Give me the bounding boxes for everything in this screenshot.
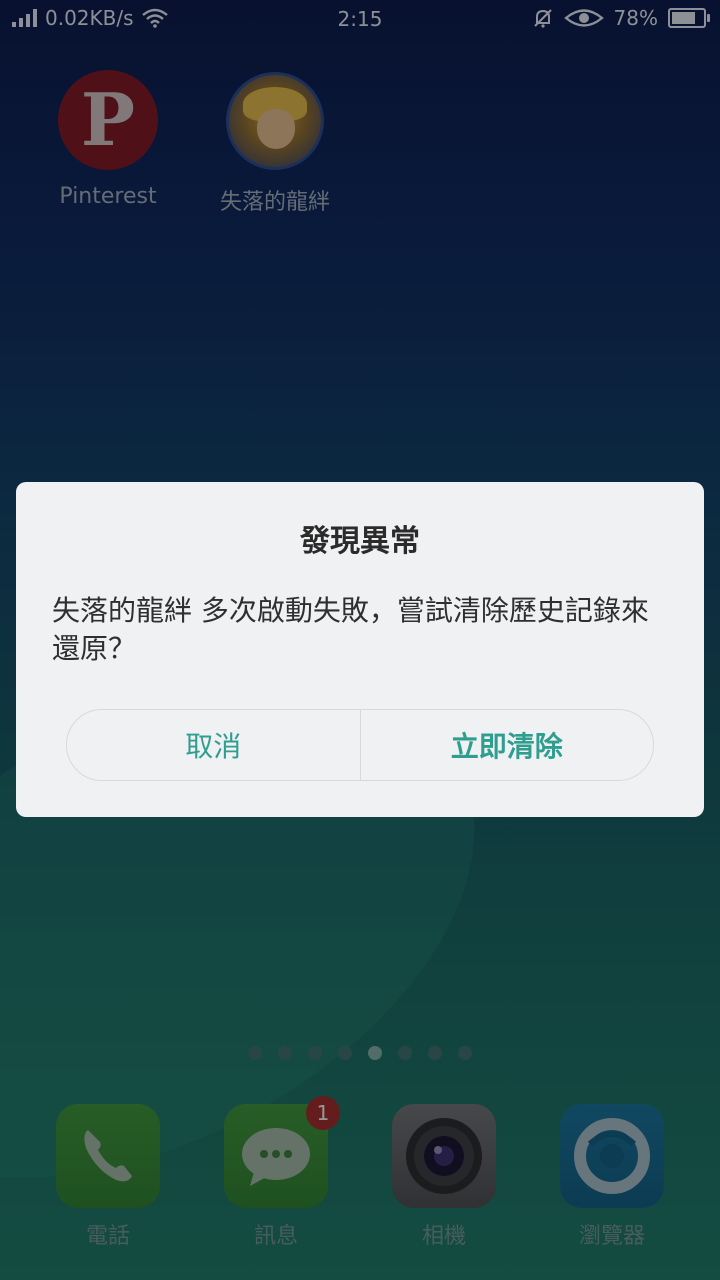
clear-now-button[interactable]: 立即清除 (360, 710, 653, 780)
dialog-message: 失落的龍絆 多次啟動失敗，嘗試清除歷史記錄來還原？ (52, 594, 649, 665)
dialog-button-group: 取消 立即清除 (66, 709, 654, 781)
cancel-button[interactable]: 取消 (67, 710, 360, 780)
dialog-title: 發現異常 (300, 524, 420, 559)
alert-dialog: 發現異常 失落的龍絆 多次啟動失敗，嘗試清除歷史記錄來還原？ 取消 立即清除 (16, 482, 704, 817)
